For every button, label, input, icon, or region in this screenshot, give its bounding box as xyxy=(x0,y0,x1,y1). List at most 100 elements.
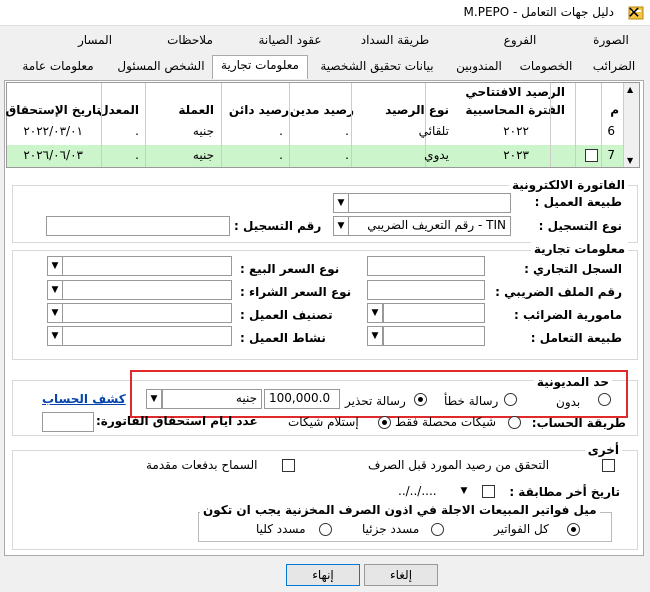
opt-partial-radio[interactable] xyxy=(431,523,444,536)
reg-number-label: رقم التسجيل : xyxy=(234,219,322,233)
customer-class-select[interactable] xyxy=(62,303,232,323)
selected-row-highlight xyxy=(7,145,623,167)
opt-partial-label: مسدد جزئيا xyxy=(362,522,420,536)
finish-button[interactable]: إنهاء xyxy=(286,564,360,586)
due-days-label: عدد ايام استحقاق الفاتورة: xyxy=(96,414,258,428)
chevron-down-icon[interactable]: ▼ xyxy=(146,389,162,409)
debt-currency-select[interactable]: جنيه xyxy=(162,389,262,409)
window-title: دليل جهات التعامل - M.PEPO xyxy=(463,5,614,19)
col-header-currency: العملة xyxy=(178,103,214,117)
reg-type-label: نوع التسجيل : xyxy=(538,219,622,233)
row-2-credit: . xyxy=(279,148,283,162)
commercial-register-field[interactable] xyxy=(367,256,485,276)
calc-method-label: طريقة الحساب: xyxy=(531,416,626,430)
tab-responsible-person[interactable]: الشخص المسئول xyxy=(110,59,212,73)
sale-price-type-select[interactable] xyxy=(62,256,232,276)
method-collected-radio[interactable] xyxy=(508,416,521,429)
verify-balance-label: التحقق من رصيد المورد قبل الصرف xyxy=(368,458,550,472)
dealing-nature-select[interactable] xyxy=(383,326,485,346)
deferred-heading: ميل فواتير المبيعات الاجلة في اذون الصرف… xyxy=(200,503,600,517)
grid-scrollbar[interactable]: ▲ ▼ xyxy=(623,83,639,167)
debt-warning-label: رسالة تحذير xyxy=(345,394,406,408)
allow-advance-checkbox[interactable] xyxy=(282,459,295,472)
opt-full-radio[interactable] xyxy=(319,523,332,536)
chevron-down-icon[interactable]: ▼ xyxy=(333,216,349,236)
last-match-date[interactable]: ..../../.. xyxy=(398,484,437,498)
reg-type-select[interactable]: TIN - رقم التعريف الضريبي xyxy=(347,216,511,236)
einvoice-heading: الفاتورة الالكترونية xyxy=(509,178,628,192)
row-1-balance-type: تلقائي xyxy=(418,124,449,138)
allow-advance-label: السماح بدفعات مقدمة xyxy=(146,458,258,472)
debt-error-radio[interactable] xyxy=(504,393,517,406)
row-1-period: ٢٠٢٢ xyxy=(503,124,529,138)
row-2-currency: جنيه xyxy=(192,148,214,162)
tab-identity-data[interactable]: بيانات تحقيق الشخصية xyxy=(308,59,446,73)
customer-class-label: تصنيف العميل : xyxy=(240,308,333,322)
chevron-down-icon[interactable]: ▼ xyxy=(333,193,349,213)
row-2-m: 7 xyxy=(607,148,615,162)
debt-amount-field[interactable]: 100,000.0 xyxy=(264,389,340,409)
debt-none-label: بدون xyxy=(556,395,581,409)
tax-file-field[interactable] xyxy=(367,280,485,300)
chevron-down-icon[interactable]: ▼ xyxy=(47,303,63,323)
account-statement-link[interactable]: كشف الحساب xyxy=(42,392,126,406)
chevron-down-icon[interactable]: ▼ xyxy=(47,280,63,300)
col-header-debit: رصيد مدين xyxy=(289,103,354,117)
close-icon[interactable]: ✕ xyxy=(624,3,644,23)
method-collected-label: شيكات محصلة فقط xyxy=(395,415,497,429)
chevron-down-icon[interactable]: ▼ xyxy=(456,482,472,502)
customer-activity-select[interactable] xyxy=(62,326,232,346)
debt-error-label: رسالة خطأ xyxy=(444,394,499,408)
tab-notes[interactable]: ملاحظات xyxy=(140,33,240,47)
tab-branches[interactable]: الفروع xyxy=(470,33,570,47)
cancel-button[interactable]: إلغاء xyxy=(364,564,438,586)
row-1-credit: . xyxy=(279,124,283,138)
tab-discounts[interactable]: الخصومات xyxy=(510,59,582,73)
tab-path[interactable]: المسار xyxy=(50,33,140,47)
tab-taxes[interactable]: الضرائب xyxy=(584,59,644,73)
tab-payment-method[interactable]: طريقة السداد xyxy=(335,33,455,47)
due-days-field[interactable] xyxy=(42,412,94,432)
opt-all-label: كل الفواتير xyxy=(494,522,549,536)
chevron-down-icon[interactable]: ▼ xyxy=(367,326,383,346)
scroll-up-icon[interactable]: ▲ xyxy=(627,85,633,94)
purchase-price-type-select[interactable] xyxy=(62,280,232,300)
chevron-down-icon[interactable]: ▼ xyxy=(367,303,383,323)
method-received-label: إستلام شيكات xyxy=(288,415,359,429)
tax-file-label: رقم الملف الضريبي : xyxy=(495,285,622,299)
reg-number-field[interactable] xyxy=(46,216,230,236)
customer-nature-select[interactable] xyxy=(347,193,511,213)
title-bar: دليل جهات التعامل - M.PEPO ✕ xyxy=(0,0,650,26)
commercial-heading: معلومات تجارية xyxy=(530,242,628,256)
row-2-period: ٢٠٢٣ xyxy=(503,148,529,162)
tab-commercial-info[interactable]: معلومات تجارية xyxy=(212,55,308,79)
tab-picture[interactable]: الصورة xyxy=(580,33,642,47)
tax-office-label: مامورية الضرائب : xyxy=(514,308,622,322)
tax-office-select[interactable] xyxy=(383,303,485,323)
method-received-radio[interactable] xyxy=(378,416,391,429)
opt-all-radio[interactable] xyxy=(567,523,580,536)
col-header-rate: المعدل xyxy=(98,103,139,117)
row-1-rate: . xyxy=(135,124,139,138)
debt-warning-radio[interactable] xyxy=(414,393,427,406)
debt-none-radio[interactable] xyxy=(598,393,611,406)
row-1-debit: . xyxy=(345,124,349,138)
col-header-m: م xyxy=(610,103,619,117)
col-header-due-date: تاريخ الإستحقاق xyxy=(5,103,101,117)
opening-balance-grid[interactable]: الرصيد الافتتاحي م الفترة المحاسبية نوع … xyxy=(5,82,640,168)
last-match-checkbox[interactable] xyxy=(482,485,495,498)
tab-representatives[interactable]: المندوبين xyxy=(445,59,513,73)
row-2-checkbox[interactable] xyxy=(585,149,598,162)
commercial-register-label: السجل التجاري : xyxy=(524,262,622,276)
row-2-rate: . xyxy=(135,148,139,162)
row-1-due-date: ٢٠٢٢/٠٣/٠١ xyxy=(23,124,83,138)
tab-general-info[interactable]: معلومات عامة xyxy=(8,59,108,73)
verify-balance-checkbox[interactable] xyxy=(602,459,615,472)
chevron-down-icon[interactable]: ▼ xyxy=(47,256,63,276)
dealing-nature-label: طبيعة التعامل : xyxy=(530,331,622,345)
chevron-down-icon[interactable]: ▼ xyxy=(47,326,63,346)
tab-maintenance-contracts[interactable]: عقود الصيانة xyxy=(240,33,340,47)
row-2-debit: . xyxy=(345,148,349,162)
col-header-credit: رصيد دائن xyxy=(228,103,289,117)
scroll-down-icon[interactable]: ▼ xyxy=(627,156,633,165)
